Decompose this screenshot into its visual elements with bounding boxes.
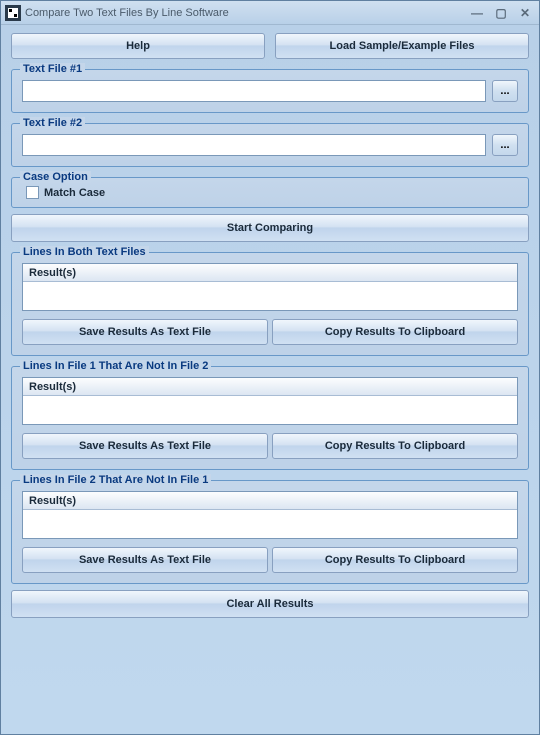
window-title: Compare Two Text Files By Line Software [25, 7, 467, 19]
client-area: Help Load Sample/Example Files Text File… [1, 25, 539, 626]
only1-results-list[interactable]: Result(s) [22, 377, 518, 425]
only2-buttons-row: Save Results As Text File Copy Results T… [22, 547, 518, 573]
start-comparing-button[interactable]: Start Comparing [11, 214, 529, 242]
top-buttons-row: Help Load Sample/Example Files [11, 33, 529, 59]
case-option-legend: Case Option [20, 171, 91, 183]
file2-row: ... [22, 134, 518, 156]
file1-legend: Text File #1 [20, 63, 85, 75]
both-buttons-row: Save Results As Text File Copy Results T… [22, 319, 518, 345]
match-case-checkbox[interactable] [26, 186, 39, 199]
only1-copy-button[interactable]: Copy Results To Clipboard [272, 433, 518, 459]
file1-row: ... [22, 80, 518, 102]
only-file1-legend: Lines In File 1 That Are Not In File 2 [20, 360, 211, 372]
only1-save-button[interactable]: Save Results As Text File [22, 433, 268, 459]
file2-input[interactable] [22, 134, 486, 156]
only2-results-list[interactable]: Result(s) [22, 491, 518, 539]
titlebar: Compare Two Text Files By Line Software … [1, 1, 539, 25]
only2-copy-button[interactable]: Copy Results To Clipboard [272, 547, 518, 573]
both-results-list[interactable]: Result(s) [22, 263, 518, 311]
only-file2-legend: Lines In File 2 That Are Not In File 1 [20, 474, 211, 486]
match-case-label: Match Case [44, 187, 105, 199]
file1-browse-button[interactable]: ... [492, 80, 518, 102]
only2-save-button[interactable]: Save Results As Text File [22, 547, 268, 573]
file1-input[interactable] [22, 80, 486, 102]
file2-group: Text File #2 ... [11, 123, 529, 167]
both-files-legend: Lines In Both Text Files [20, 246, 149, 258]
only2-results-header: Result(s) [23, 492, 517, 510]
help-button[interactable]: Help [11, 33, 265, 59]
app-window: Compare Two Text Files By Line Software … [0, 0, 540, 735]
file2-browse-button[interactable]: ... [492, 134, 518, 156]
case-option-group: Case Option Match Case [11, 177, 529, 208]
maximize-button[interactable]: ▢ [491, 6, 511, 20]
both-files-group: Lines In Both Text Files Result(s) Save … [11, 252, 529, 356]
only-file2-group: Lines In File 2 That Are Not In File 1 R… [11, 480, 529, 584]
minimize-button[interactable]: — [467, 6, 487, 20]
only1-results-header: Result(s) [23, 378, 517, 396]
close-button[interactable]: ✕ [515, 6, 535, 20]
load-sample-button[interactable]: Load Sample/Example Files [275, 33, 529, 59]
only1-buttons-row: Save Results As Text File Copy Results T… [22, 433, 518, 459]
clear-all-results-button[interactable]: Clear All Results [11, 590, 529, 618]
app-icon [5, 5, 21, 21]
file1-group: Text File #1 ... [11, 69, 529, 113]
window-controls: — ▢ ✕ [467, 6, 535, 20]
both-results-header: Result(s) [23, 264, 517, 282]
both-save-button[interactable]: Save Results As Text File [22, 319, 268, 345]
file2-legend: Text File #2 [20, 117, 85, 129]
only-file1-group: Lines In File 1 That Are Not In File 2 R… [11, 366, 529, 470]
both-copy-button[interactable]: Copy Results To Clipboard [272, 319, 518, 345]
match-case-row: Match Case [20, 184, 520, 201]
